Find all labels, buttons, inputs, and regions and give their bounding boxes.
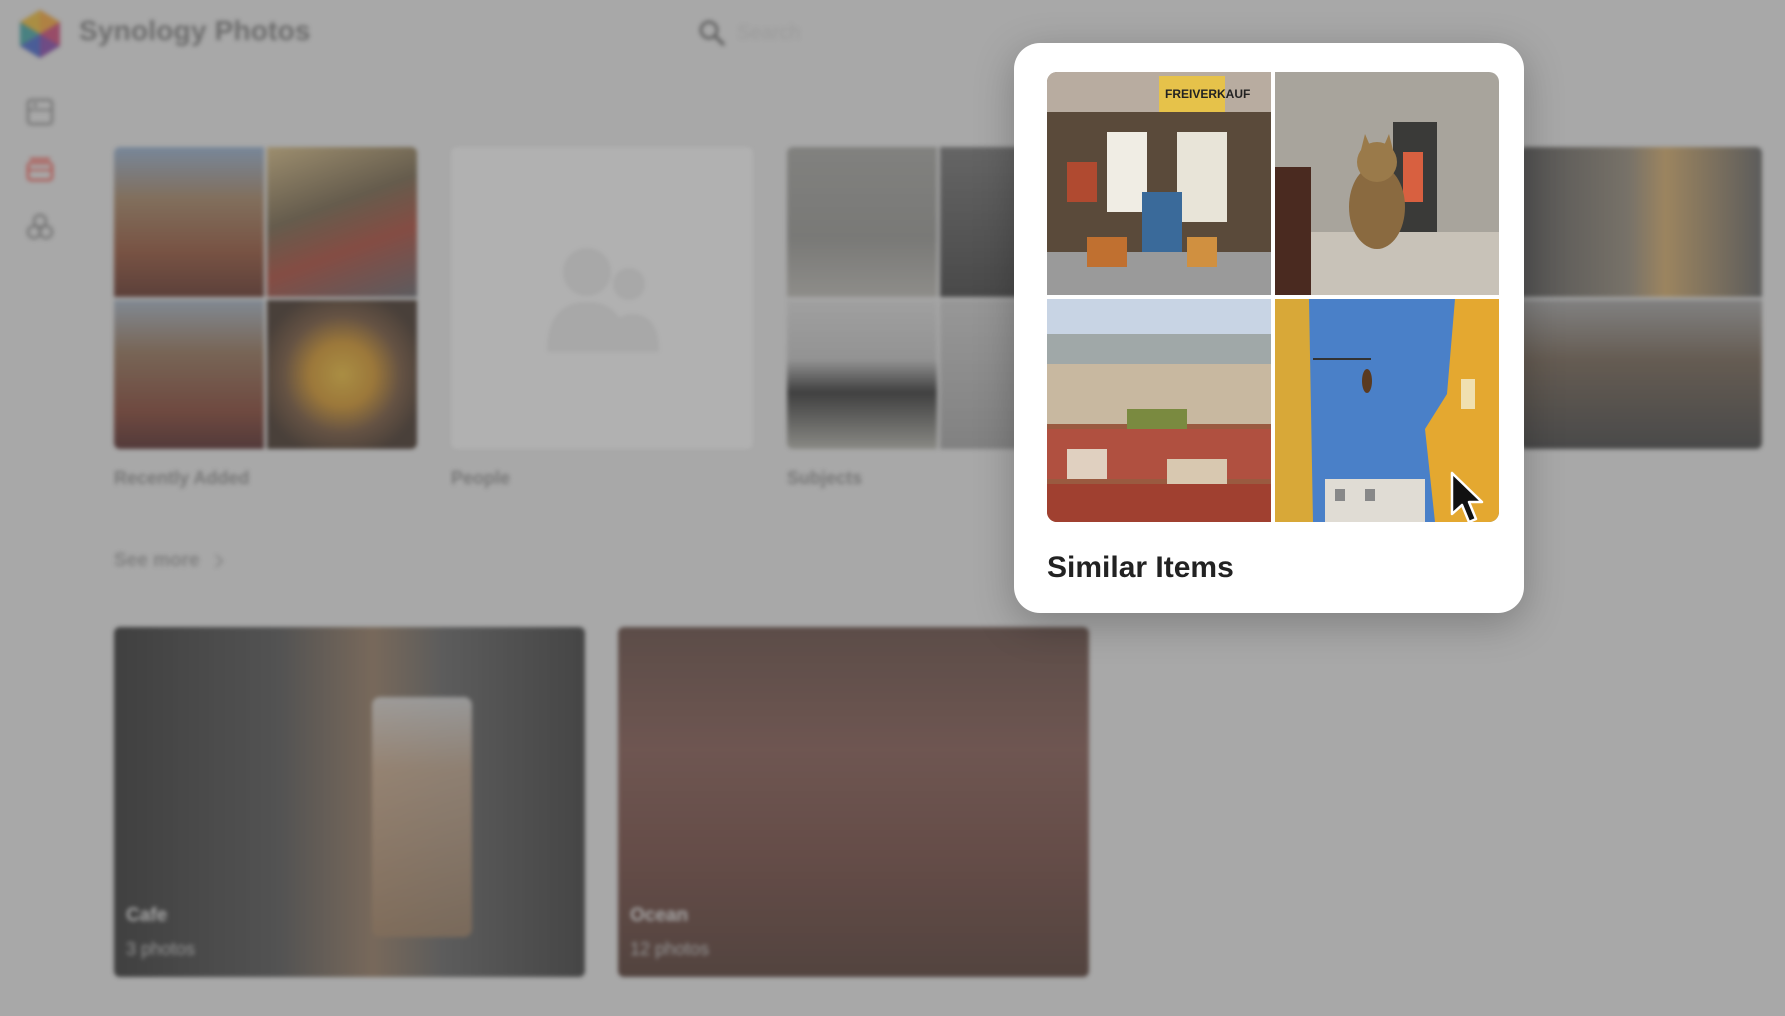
cat-photo[interactable] — [1275, 72, 1499, 295]
shop-photo[interactable]: FREIVERKAUF — [1047, 72, 1271, 295]
svg-text:FREIVERKAUF: FREIVERKAUF — [1165, 87, 1250, 101]
card-title: Similar Items — [1047, 551, 1234, 584]
similar-items-card[interactable]: FREIVERKAUF Similar Items — [1014, 43, 1524, 613]
city-rooftops-photo[interactable] — [1047, 299, 1271, 522]
mouse-cursor-icon — [1450, 471, 1484, 524]
